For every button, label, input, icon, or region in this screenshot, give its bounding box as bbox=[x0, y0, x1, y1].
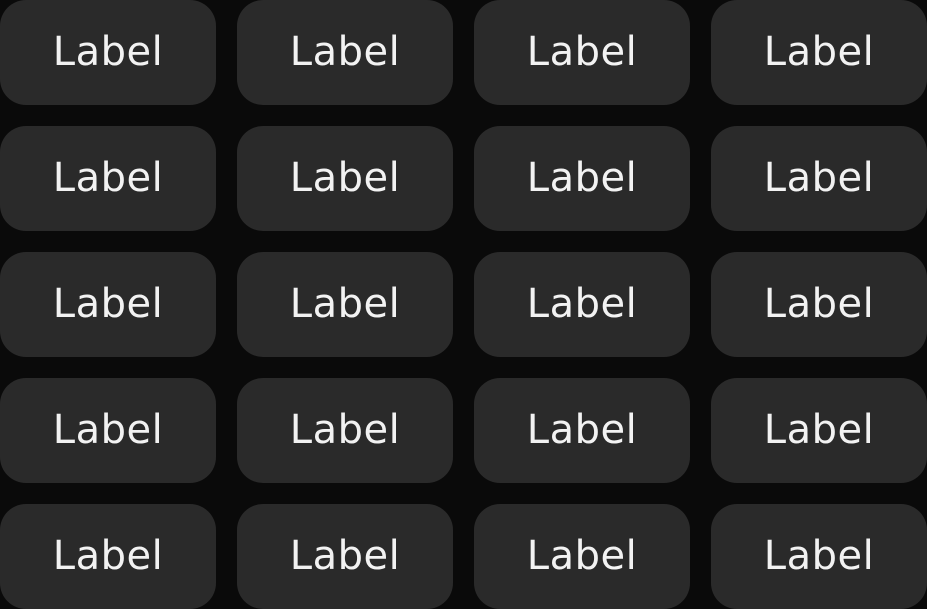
label-button-r1-c3[interactable]: Label bbox=[474, 0, 690, 105]
label-button-r2-c4[interactable]: Label bbox=[711, 126, 927, 231]
button-grid: Label Label Label Label Label Label Labe… bbox=[0, 0, 927, 609]
label-button-r4-c1[interactable]: Label bbox=[0, 378, 216, 483]
label-button-r1-c2[interactable]: Label bbox=[237, 0, 453, 105]
label-button-r1-c4[interactable]: Label bbox=[711, 0, 927, 105]
label-button-r4-c4[interactable]: Label bbox=[711, 378, 927, 483]
label-button-r2-c1[interactable]: Label bbox=[0, 126, 216, 231]
label-button-r2-c3[interactable]: Label bbox=[474, 126, 690, 231]
label-button-r5-c4[interactable]: Label bbox=[711, 504, 927, 609]
label-button-r1-c1[interactable]: Label bbox=[0, 0, 216, 105]
label-button-r5-c2[interactable]: Label bbox=[237, 504, 453, 609]
label-button-r4-c3[interactable]: Label bbox=[474, 378, 690, 483]
label-button-r3-c2[interactable]: Label bbox=[237, 252, 453, 357]
label-button-r4-c2[interactable]: Label bbox=[237, 378, 453, 483]
label-button-r3-c1[interactable]: Label bbox=[0, 252, 216, 357]
label-button-r2-c2[interactable]: Label bbox=[237, 126, 453, 231]
label-button-r3-c4[interactable]: Label bbox=[711, 252, 927, 357]
label-button-r5-c1[interactable]: Label bbox=[0, 504, 216, 609]
label-button-r5-c3[interactable]: Label bbox=[474, 504, 690, 609]
label-button-r3-c3[interactable]: Label bbox=[474, 252, 690, 357]
